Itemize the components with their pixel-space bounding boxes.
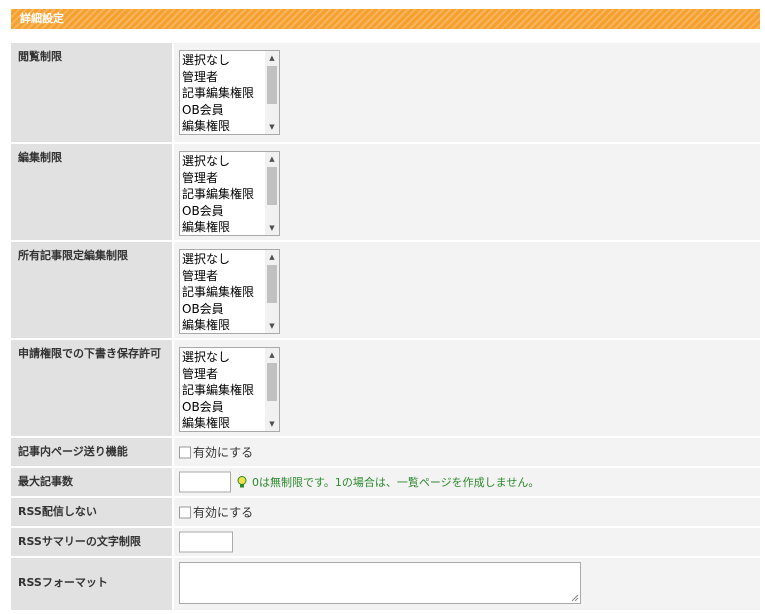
- option-none[interactable]: 選択なし: [182, 251, 264, 268]
- scroll-thumb[interactable]: [267, 66, 277, 104]
- option-none[interactable]: 選択なし: [182, 153, 264, 170]
- option-article-edit[interactable]: 記事編集権限: [182, 382, 264, 399]
- option-admin[interactable]: 管理者: [182, 366, 264, 383]
- in-article-paging-checkbox-label[interactable]: 有効にする: [193, 444, 253, 461]
- rss-format-textarea[interactable]: [179, 562, 581, 604]
- rss-format-label: RSSフォーマット: [11, 558, 172, 610]
- option-none[interactable]: 選択なし: [182, 349, 264, 366]
- option-article-edit[interactable]: 記事編集権限: [182, 85, 264, 102]
- no-rss-cell: 有効にする: [174, 498, 760, 526]
- resize-handle-icon[interactable]: [571, 594, 579, 602]
- option-edit[interactable]: 編集権限: [182, 219, 264, 235]
- listbox-scrollbar[interactable]: ▲ ▼: [265, 250, 279, 333]
- view-restriction-label: 閲覧制限: [11, 43, 172, 142]
- scroll-thumb[interactable]: [267, 265, 277, 303]
- option-article-edit[interactable]: 記事編集権限: [182, 284, 264, 301]
- rss-summary-limit-label: RSSサマリーの文字制限: [11, 528, 172, 556]
- scroll-down-icon[interactable]: ▼: [265, 120, 279, 134]
- max-articles-label: 最大記事数: [11, 468, 172, 496]
- row-edit-restriction: 編集制限 選択なし 管理者 記事編集権限 OB会員 編集権限 ▲ ▼: [11, 144, 760, 240]
- edit-restriction-select[interactable]: 選択なし 管理者 記事編集権限 OB会員 編集権限 ▲ ▼: [179, 151, 280, 236]
- view-restriction-select[interactable]: 選択なし 管理者 記事編集権限 OB会員 編集権限 ▲ ▼: [179, 50, 280, 135]
- no-rss-label: RSS配信しない: [11, 498, 172, 526]
- option-article-edit[interactable]: 記事編集権限: [182, 186, 264, 203]
- scroll-up-icon[interactable]: ▲: [265, 250, 279, 264]
- rss-summary-limit-cell: [174, 528, 760, 556]
- row-view-restriction: 閲覧制限 選択なし 管理者 記事編集権限 OB会員 編集権限 ▲ ▼: [11, 43, 760, 142]
- scroll-thumb[interactable]: [267, 363, 277, 401]
- owned-edit-restriction-label: 所有記事限定編集制限: [11, 242, 172, 338]
- row-draft-save-permission: 申請権限での下書き保存許可 選択なし 管理者 記事編集権限 OB会員 編集権限 …: [11, 340, 760, 436]
- option-ob-member[interactable]: OB会員: [182, 203, 264, 220]
- option-admin[interactable]: 管理者: [182, 268, 264, 285]
- listbox-scrollbar[interactable]: ▲ ▼: [265, 348, 279, 431]
- no-rss-checkbox-wrap[interactable]: 有効にする: [179, 504, 253, 521]
- scroll-up-icon[interactable]: ▲: [265, 152, 279, 166]
- edit-restriction-cell: 選択なし 管理者 記事編集権限 OB会員 編集権限 ▲ ▼: [174, 144, 760, 240]
- scroll-up-icon[interactable]: ▲: [265, 51, 279, 65]
- row-no-rss: RSS配信しない 有効にする: [11, 498, 760, 526]
- scroll-down-icon[interactable]: ▼: [265, 417, 279, 431]
- option-ob-member[interactable]: OB会員: [182, 102, 264, 119]
- row-rss-format: RSSフォーマット: [11, 558, 760, 610]
- option-none[interactable]: 選択なし: [182, 52, 264, 69]
- option-ob-member[interactable]: OB会員: [182, 399, 264, 416]
- option-edit[interactable]: 編集権限: [182, 118, 264, 134]
- option-admin[interactable]: 管理者: [182, 170, 264, 187]
- draft-save-permission-label: 申請権限での下書き保存許可: [11, 340, 172, 436]
- max-articles-input[interactable]: [179, 471, 231, 493]
- row-owned-edit-restriction: 所有記事限定編集制限 選択なし 管理者 記事編集権限 OB会員 編集権限 ▲ ▼: [11, 242, 760, 338]
- draft-save-permission-select[interactable]: 選択なし 管理者 記事編集権限 OB会員 編集権限 ▲ ▼: [179, 347, 280, 432]
- max-articles-cell: 0は無制限です。1の場合は、一覧ページを作成しません。: [174, 468, 760, 496]
- no-rss-checkbox[interactable]: [179, 506, 191, 518]
- scroll-up-icon[interactable]: ▲: [265, 348, 279, 362]
- section-header: 詳細設定: [11, 9, 760, 29]
- option-edit[interactable]: 編集権限: [182, 317, 264, 333]
- option-edit[interactable]: 編集権限: [182, 415, 264, 431]
- in-article-paging-checkbox[interactable]: [179, 446, 191, 458]
- scroll-thumb[interactable]: [267, 167, 277, 205]
- owned-edit-restriction-cell: 選択なし 管理者 記事編集権限 OB会員 編集権限 ▲ ▼: [174, 242, 760, 338]
- in-article-paging-checkbox-wrap[interactable]: 有効にする: [179, 444, 253, 461]
- in-article-paging-label: 記事内ページ送り機能: [11, 438, 172, 466]
- scroll-down-icon[interactable]: ▼: [265, 319, 279, 333]
- max-articles-hint-text: 0は無制限です。1の場合は、一覧ページを作成しません。: [252, 476, 540, 489]
- view-restriction-cell: 選択なし 管理者 記事編集権限 OB会員 編集権限 ▲ ▼: [174, 43, 760, 142]
- in-article-paging-cell: 有効にする: [174, 438, 760, 466]
- rss-format-cell: [174, 558, 760, 610]
- listbox-scrollbar[interactable]: ▲ ▼: [265, 152, 279, 235]
- row-rss-summary-limit: RSSサマリーの文字制限: [11, 528, 760, 556]
- edit-restriction-label: 編集制限: [11, 144, 172, 240]
- rss-summary-limit-input[interactable]: [179, 531, 233, 553]
- owned-edit-restriction-select[interactable]: 選択なし 管理者 記事編集権限 OB会員 編集権限 ▲ ▼: [179, 249, 280, 334]
- listbox-scrollbar[interactable]: ▲ ▼: [265, 51, 279, 134]
- draft-save-permission-cell: 選択なし 管理者 記事編集権限 OB会員 編集権限 ▲ ▼: [174, 340, 760, 436]
- scroll-down-icon[interactable]: ▼: [265, 221, 279, 235]
- row-in-article-paging: 記事内ページ送り機能 有効にする: [11, 438, 760, 466]
- lightbulb-icon: [237, 476, 247, 488]
- option-ob-member[interactable]: OB会員: [182, 301, 264, 318]
- max-articles-hint: 0は無制限です。1の場合は、一覧ページを作成しません。: [235, 474, 539, 490]
- option-admin[interactable]: 管理者: [182, 69, 264, 86]
- row-max-articles: 最大記事数 0は無制限です。1の場合は、一覧ページを作成しません。: [11, 468, 760, 496]
- no-rss-checkbox-label[interactable]: 有効にする: [193, 504, 253, 521]
